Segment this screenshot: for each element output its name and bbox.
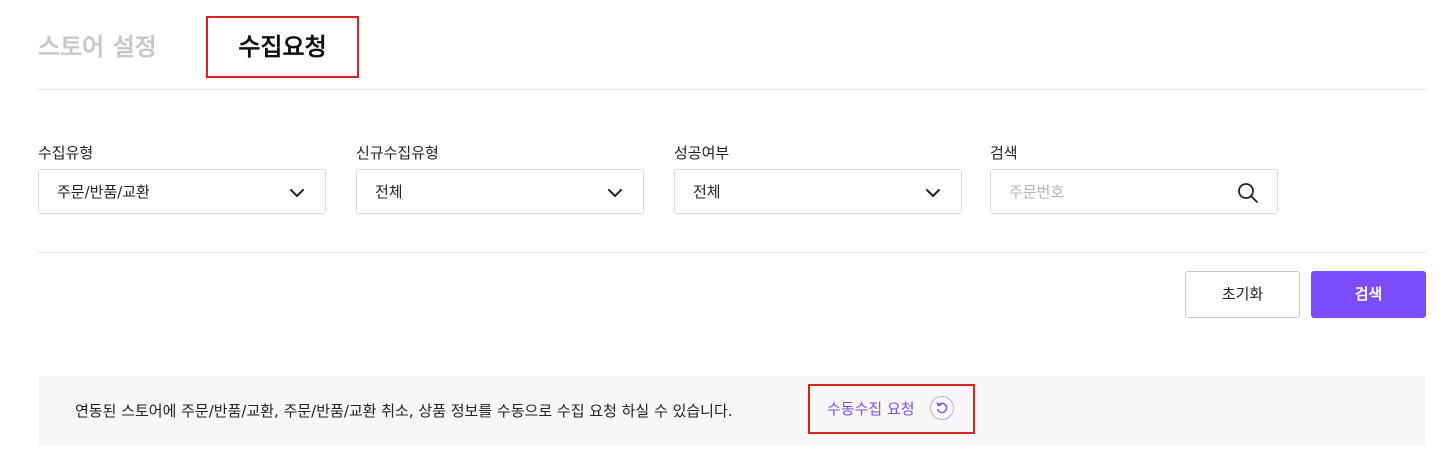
filter-label: 성공여부 xyxy=(674,144,730,162)
store-collect-request-page: 스토어 설정 수집요청 수집유형 주문/반품/교환 신규수집유형 전체 성공여부… xyxy=(0,0,1445,465)
new-collect-type-select[interactable]: 전체 xyxy=(356,169,644,214)
select-value: 주문/반품/교환 xyxy=(57,183,150,201)
tab-collect-request[interactable]: 수집요청 xyxy=(206,16,359,78)
filter-label: 수집유형 xyxy=(38,144,94,162)
chevron-down-icon xyxy=(608,189,622,197)
search-box xyxy=(990,169,1278,214)
divider xyxy=(38,252,1426,253)
tab-store-settings[interactable]: 스토어 설정 xyxy=(38,16,157,78)
filter-label: 검색 xyxy=(990,144,1018,162)
success-select[interactable]: 전체 xyxy=(674,169,962,214)
manual-collect-info-bar: 연동된 스토어에 주문/반품/교환, 주문/반품/교환 취소, 상품 정보를 수… xyxy=(38,376,1426,446)
reset-button[interactable]: 초기화 xyxy=(1185,271,1300,318)
refresh-icon[interactable] xyxy=(930,396,954,420)
filter-search: 검색 xyxy=(990,142,1280,214)
filter-label: 신규수집유형 xyxy=(356,144,439,162)
search-icon[interactable] xyxy=(1237,182,1259,204)
filter-new-collect-type: 신규수집유형 전체 xyxy=(356,142,646,214)
manual-collect-request-label: 수동수집 요청 xyxy=(827,400,915,418)
manual-collect-request-link[interactable]: 수동수집 요청 xyxy=(808,384,975,434)
chevron-down-icon xyxy=(926,189,940,197)
divider xyxy=(38,89,1426,90)
search-button[interactable]: 검색 xyxy=(1311,271,1426,318)
select-value: 전체 xyxy=(375,183,403,201)
chevron-down-icon xyxy=(290,189,304,197)
filter-collect-type: 수집유형 주문/반품/교환 xyxy=(38,142,328,214)
search-input[interactable] xyxy=(991,170,1239,213)
collect-type-select[interactable]: 주문/반품/교환 xyxy=(38,169,326,214)
select-value: 전체 xyxy=(693,183,721,201)
filter-success: 성공여부 전체 xyxy=(674,142,964,214)
info-text: 연동된 스토어에 주문/반품/교환, 주문/반품/교환 취소, 상품 정보를 수… xyxy=(75,402,733,420)
